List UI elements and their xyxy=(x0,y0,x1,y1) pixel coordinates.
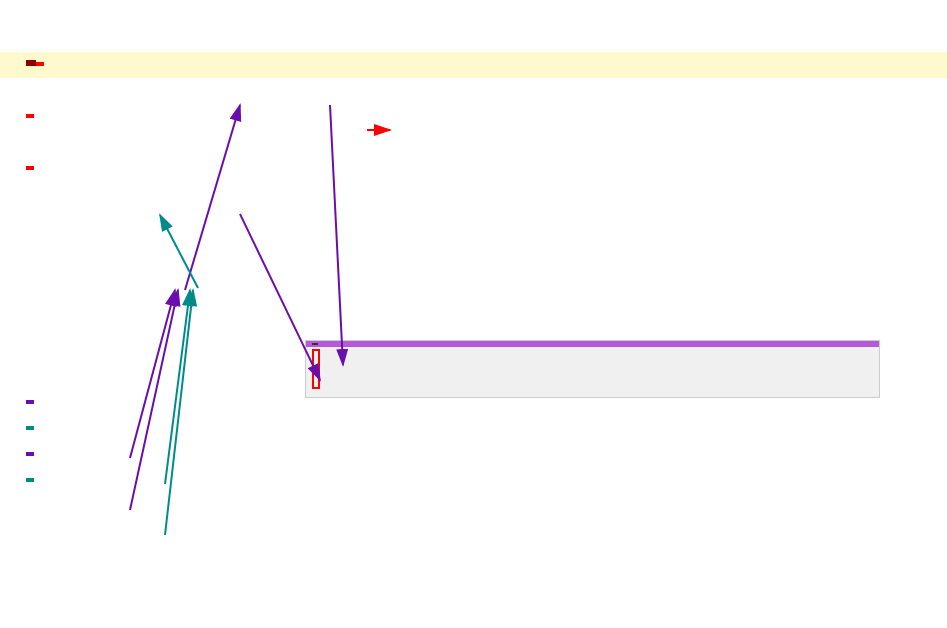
code-text xyxy=(15,468,34,488)
code-text xyxy=(15,0,26,20)
code-text xyxy=(15,182,26,202)
code-text xyxy=(15,416,34,436)
code-line xyxy=(0,234,947,260)
code-text xyxy=(15,104,34,124)
console-icon xyxy=(312,343,318,345)
code-text xyxy=(15,52,44,72)
code-line xyxy=(0,312,947,338)
code-text xyxy=(15,26,26,46)
code-line xyxy=(0,130,947,156)
code-line xyxy=(0,52,947,78)
code-line xyxy=(0,494,947,520)
console-output-highlight xyxy=(312,349,320,389)
code-line xyxy=(0,286,947,312)
code-line xyxy=(0,104,947,130)
code-line xyxy=(0,260,947,286)
code-line xyxy=(0,442,947,468)
code-text xyxy=(15,78,26,98)
code-text xyxy=(15,390,34,410)
code-text xyxy=(15,130,26,150)
code-text xyxy=(15,494,26,514)
code-line xyxy=(0,0,947,26)
code-line xyxy=(0,208,947,234)
code-line xyxy=(0,520,947,546)
code-line xyxy=(0,26,947,52)
code-line xyxy=(0,416,947,442)
code-line xyxy=(0,182,947,208)
code-line xyxy=(0,156,947,182)
code-line xyxy=(0,78,947,104)
code-text xyxy=(15,156,34,176)
code-editor xyxy=(0,0,947,546)
code-line xyxy=(0,468,947,494)
console-body xyxy=(306,347,879,397)
code-text xyxy=(15,442,34,462)
console-window xyxy=(305,340,880,398)
